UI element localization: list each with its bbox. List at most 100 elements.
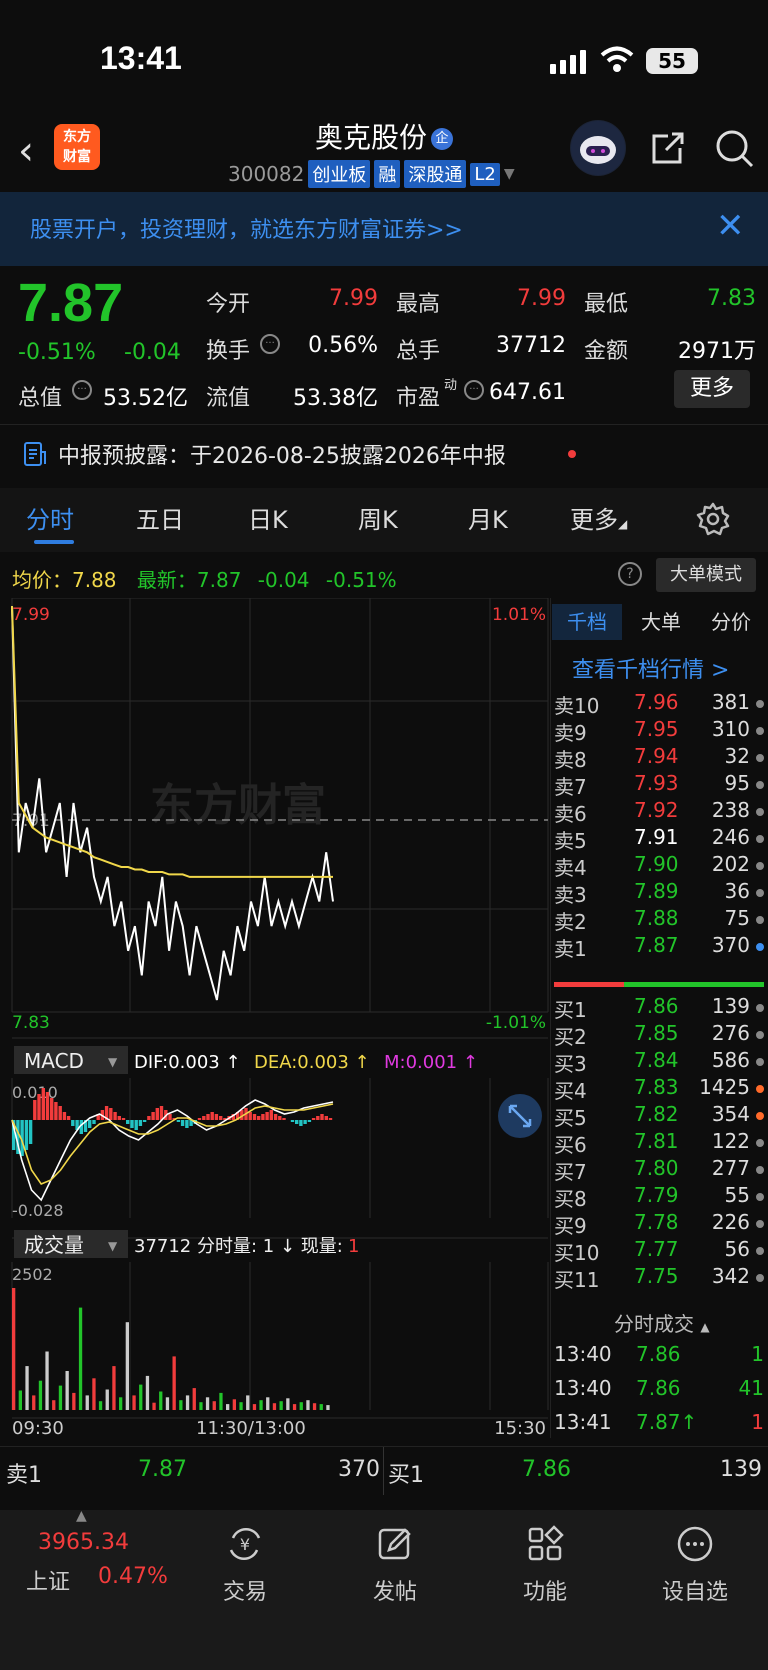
macd-bar	[214, 1114, 219, 1120]
ask-row[interactable]: 卖7 7.93 95	[554, 771, 764, 799]
bid-row[interactable]: 买1 7.86 139	[554, 994, 764, 1022]
bid-row[interactable]: 买9 7.78 226	[554, 1210, 764, 1238]
ask-level-label: 卖6	[554, 802, 587, 826]
index-value[interactable]: 3965.34	[38, 1530, 129, 1555]
volume-bar	[139, 1384, 143, 1410]
ask-row[interactable]: 卖3 7.89 36	[554, 879, 764, 907]
more-info-icon[interactable]: ···	[260, 334, 280, 354]
ask-row[interactable]: 卖6 7.92 238	[554, 798, 764, 826]
order-marker-dot	[756, 1085, 764, 1093]
tab-price-dist[interactable]: 分价	[696, 604, 766, 640]
ask-price: 7.94	[634, 744, 679, 768]
ask-row[interactable]: 卖2 7.88 75	[554, 906, 764, 934]
ask-row[interactable]: 卖10 7.96 381	[554, 690, 764, 718]
more-button[interactable]: 更多	[674, 370, 750, 408]
search-icon[interactable]	[714, 128, 756, 170]
edit-post-icon	[378, 1528, 411, 1560]
ask-row[interactable]: 卖1 7.87 370	[554, 933, 764, 961]
tab-five-day[interactable]: 五日	[136, 500, 184, 535]
volume-bar	[112, 1366, 116, 1410]
index-pct[interactable]: 0.47%	[98, 1564, 168, 1589]
ask-row[interactable]: 卖4 7.90 202	[554, 852, 764, 880]
order-marker-dot	[756, 1193, 764, 1201]
bid-level-label: 买5	[554, 1106, 587, 1130]
tab-intraday[interactable]: 分时	[26, 500, 74, 535]
volume-bar	[272, 1403, 277, 1410]
macd-bar	[303, 1120, 307, 1124]
nav-trade[interactable]: ¥ 交易	[170, 1510, 320, 1606]
macd-bar	[28, 1120, 33, 1144]
volume-bar	[58, 1385, 63, 1410]
nav-add-favorite[interactable]: 设自选	[620, 1510, 768, 1606]
bid-row[interactable]: 买7 7.80 277	[554, 1156, 764, 1184]
tab-weekly-k[interactable]: 周K	[358, 500, 398, 535]
ask-row[interactable]: 卖9 7.95 310	[554, 717, 764, 745]
volume-bar	[192, 1388, 196, 1410]
status-bar: 13:41 55	[0, 0, 768, 110]
macd-label: MACD	[24, 1049, 84, 1073]
report-notice[interactable]: 中报预披露：于2026-08-25披露2026年中报	[0, 426, 768, 482]
intraday-chart[interactable]: 东方财富 7.99 7.83 7.91 1.01% -1.01% MACD ▼ …	[0, 598, 552, 1446]
bid-row[interactable]: 买11 7.75 342	[554, 1264, 764, 1292]
bid-row[interactable]: 买5 7.82 354	[554, 1102, 764, 1130]
macd-bar	[58, 1106, 62, 1120]
bid-level-label: 买1	[554, 998, 587, 1022]
macd-bar	[138, 1120, 143, 1126]
tab-monthly-k[interactable]: 月K	[468, 500, 508, 535]
ask-volume: 95	[724, 771, 750, 795]
bid-volume: 139	[711, 994, 750, 1018]
trades-title[interactable]: 分时成交 ▲	[614, 1308, 710, 1337]
promo-banner[interactable]: 股票开户，投资理财，就选东方财富证券>> ✕	[0, 192, 768, 266]
trade-icon: ¥	[229, 1528, 261, 1560]
macd-dif: DIF:0.003 ↑	[134, 1052, 241, 1073]
bid-level-label: 买10	[554, 1241, 600, 1265]
macd-m: M:0.001 ↑	[384, 1052, 478, 1073]
stock-name: 奥克股份	[314, 121, 427, 154]
ask-row[interactable]: 卖8 7.94 32	[554, 744, 764, 772]
bid-row[interactable]: 买2 7.85 276	[554, 1021, 764, 1049]
macd-bar	[45, 1092, 50, 1120]
bid-row[interactable]: 买4 7.83 1425	[554, 1075, 764, 1103]
ask-row[interactable]: 卖5 7.91 246	[554, 825, 764, 853]
macd-bar	[299, 1120, 303, 1126]
float-value: 53.38亿	[293, 386, 378, 411]
volume-top-label: 2502	[12, 1265, 53, 1284]
volume-bar	[266, 1397, 270, 1410]
volume-bar	[159, 1391, 163, 1410]
nav-functions[interactable]: 功能	[470, 1510, 620, 1606]
time-end-label: 15:30	[494, 1418, 546, 1439]
volume-bar	[152, 1402, 156, 1410]
more-info-icon[interactable]: ···	[72, 380, 92, 400]
order-marker-dot	[756, 727, 764, 735]
bid-row[interactable]: 买8 7.79 55	[554, 1183, 764, 1211]
bid-row[interactable]: 买10 7.77 56	[554, 1237, 764, 1265]
tab-daily-k[interactable]: 日K	[248, 500, 288, 535]
macd-bar	[202, 1116, 206, 1120]
promo-banner-text[interactable]: 股票开户，投资理财，就选东方财富证券>>	[30, 212, 463, 244]
chevron-down-icon: ▼	[108, 1055, 118, 1069]
help-icon[interactable]: ?	[618, 562, 642, 586]
tab-more[interactable]: 更多◢	[570, 500, 627, 535]
ask-volume: 238	[711, 798, 750, 822]
volume-bar	[252, 1404, 257, 1410]
ask-level-label: 卖9	[554, 721, 587, 745]
stock-code-row[interactable]: 300082 创业板 融 深股通 L2 ▼	[228, 160, 515, 188]
macd-series	[11, 1088, 334, 1202]
bid-row[interactable]: 买3 7.84 586	[554, 1048, 764, 1076]
big-order-mode-button[interactable]: 大单模式	[656, 558, 756, 592]
bid-row[interactable]: 买6 7.81 122	[554, 1129, 764, 1157]
ask-level-label: 卖7	[554, 775, 587, 799]
bid-price: 7.77	[634, 1237, 679, 1261]
tab-big-order[interactable]: 大单	[626, 604, 696, 640]
nav-post[interactable]: 发帖	[320, 1510, 470, 1606]
index-name[interactable]: 上证	[26, 1564, 70, 1596]
divider	[383, 1447, 384, 1495]
close-icon[interactable]: ✕	[716, 206, 745, 246]
volume-bars	[12, 1288, 330, 1410]
share-icon[interactable]	[648, 128, 688, 168]
view-depth-link[interactable]: 查看千档行情 >	[572, 652, 729, 684]
tab-depth[interactable]: 千档	[552, 604, 622, 640]
robot-assistant-icon[interactable]	[570, 120, 626, 176]
settings-gear-icon[interactable]	[696, 502, 730, 536]
battery-indicator: 55	[646, 48, 698, 74]
